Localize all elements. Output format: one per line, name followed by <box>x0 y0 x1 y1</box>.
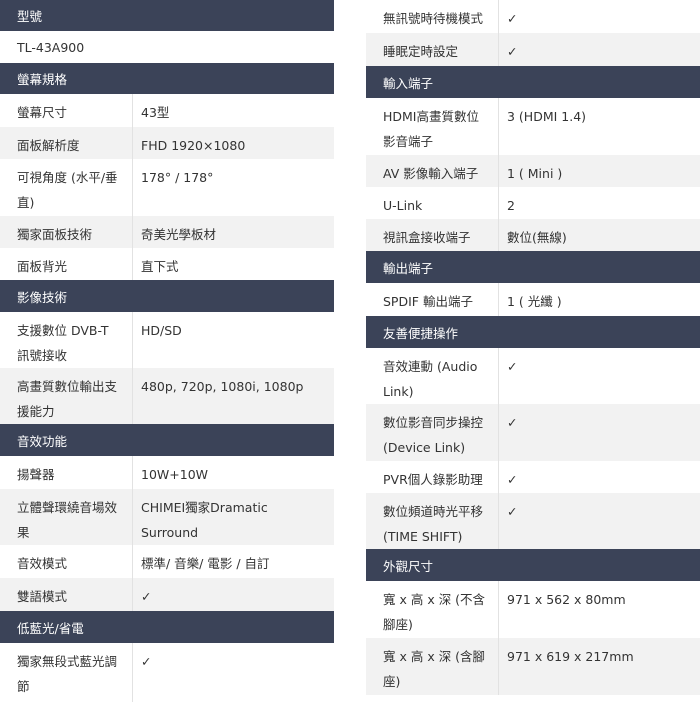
spec-row: HDMI高畫質數位影音端子 3 (HDMI 1.4) <box>366 98 700 155</box>
spec-label: 螢幕尺寸 <box>0 94 133 127</box>
spec-label: 數位影音同步操控 (Device Link) <box>366 404 499 461</box>
spec-label: 支援數位 DVB-T 訊號接收 <box>0 312 133 368</box>
spec-label: 寬 x 高 x 深 (含腳座) <box>366 638 499 695</box>
spec-value: 1 ( 光纖 ) <box>507 294 562 309</box>
spec-label: 數位頻道時光平移 (TIME SHIFT) <box>366 493 499 549</box>
spec-sheet: 型號 TL-43A900 螢幕規格 螢幕尺寸 43型 面板解析度 FHD 1920×… <box>0 0 700 702</box>
spec-value: ✓ <box>507 44 518 59</box>
spec-row: U-Link 2 <box>366 187 700 219</box>
spec-label: PVR個人錄影助理 <box>366 461 499 493</box>
spec-row: 音效連動 (Audio Link) ✓ <box>366 348 700 404</box>
spec-value: 標準/ 音樂/ 電影 / 自訂 <box>141 556 270 571</box>
spec-label: HDMI高畫質數位影音端子 <box>366 98 499 155</box>
spec-value: 奇美光學板材 <box>141 227 217 242</box>
model-value-row: TL-43A900 <box>0 31 334 63</box>
model-number: TL-43A900 <box>17 39 85 55</box>
spec-label: U-Link <box>366 187 499 219</box>
spec-label: 寬 x 高 x 深 (不含腳座) <box>366 581 499 638</box>
spec-value: ✓ <box>507 359 518 374</box>
spec-label: 音效連動 (Audio Link) <box>366 348 499 404</box>
spec-row: 雙語模式 ✓ <box>0 578 334 611</box>
spec-label: 面板解析度 <box>0 127 133 159</box>
spec-value: CHIMEI獨家Dramatic Surround <box>141 500 268 540</box>
spec-value: FHD 1920×1080 <box>141 138 246 153</box>
section-title: 輸入端子 <box>383 75 434 91</box>
spec-row: 螢幕尺寸 43型 <box>0 94 334 127</box>
spec-row: 睡眠定時設定 ✓ <box>366 33 700 66</box>
spec-label: 可視角度 (水平/垂直) <box>0 159 133 216</box>
section-header-screen: 螢幕規格 <box>0 63 334 94</box>
spec-value: ✓ <box>507 415 518 430</box>
spec-label: 高畫質數位輸出支援能力 <box>0 368 133 424</box>
spec-row: 寬 x 高 x 深 (不含腳座) 971 x 562 x 80mm <box>366 581 700 638</box>
spec-value: 480p, 720p, 1080i, 1080p <box>141 379 304 394</box>
section-title: 友善便捷操作 <box>383 325 459 341</box>
section-header-dimensions: 外觀尺寸 <box>366 549 700 581</box>
spec-row: AV 影像輸入端子 1 ( Mini ) <box>366 155 700 187</box>
spec-value: ✓ <box>507 11 518 26</box>
section-header-friendly-operation: 友善便捷操作 <box>366 316 700 348</box>
spec-value: 1 ( Mini ) <box>507 166 563 181</box>
spec-label: 音效模式 <box>0 545 133 578</box>
spec-label: 睡眠定時設定 <box>366 33 499 66</box>
spec-label: 獨家面板技術 <box>0 216 133 248</box>
spec-label: 面板背光 <box>0 248 133 280</box>
spec-value: 數位(無線) <box>507 230 567 245</box>
spec-row: 面板背光 直下式 <box>0 248 334 280</box>
spec-row: 音效模式 標準/ 音樂/ 電影 / 自訂 <box>0 545 334 578</box>
section-header-image-tech: 影像技術 <box>0 280 334 312</box>
spec-value: 3 (HDMI 1.4) <box>507 109 587 124</box>
section-header-audio: 音效功能 <box>0 424 334 456</box>
spec-label: SPDIF 輸出端子 <box>366 283 499 316</box>
spec-value: ✓ <box>141 654 152 669</box>
spec-value: 178° / 178° <box>141 170 214 185</box>
spec-label: 無訊號時待機模式 <box>366 0 499 33</box>
section-title: 型號 <box>17 9 43 24</box>
spec-row: 高畫質數位輸出支援能力 480p, 720p, 1080i, 1080p <box>0 368 334 424</box>
spec-row: 寬 x 高 x 深 (含腳座) 971 x 619 x 217mm <box>366 638 700 695</box>
spec-value: 971 x 562 x 80mm <box>507 592 626 607</box>
spec-label: 雙語模式 <box>0 578 133 611</box>
spec-value: 10W+10W <box>141 467 209 482</box>
section-title: 輸出端子 <box>383 260 434 276</box>
spec-value: ✓ <box>141 589 152 604</box>
section-title: 音效功能 <box>17 433 68 449</box>
spec-row: 數位頻道時光平移 (TIME SHIFT) ✓ <box>366 493 700 549</box>
spec-row: PVR個人錄影助理 ✓ <box>366 461 700 493</box>
spec-row: 揚聲器 10W+10W <box>0 456 334 489</box>
spec-label: 立體聲環繞音場效果 <box>0 489 133 545</box>
section-header-output: 輸出端子 <box>366 251 700 283</box>
section-header-model: 型號 <box>0 0 334 31</box>
section-title: 低藍光/省電 <box>17 620 84 636</box>
section-title: 外觀尺寸 <box>383 558 434 574</box>
spec-value: HD/SD <box>141 323 182 338</box>
spec-row: 可視角度 (水平/垂直) 178° / 178° <box>0 159 334 216</box>
spec-row: 獨家無段式藍光調節 ✓ <box>0 643 334 702</box>
spec-row: 支援數位 DVB-T 訊號接收 HD/SD <box>0 312 334 368</box>
spec-value: 直下式 <box>141 259 179 274</box>
spec-row: 數位影音同步操控 (Device Link) ✓ <box>366 404 700 461</box>
spec-row: 視訊盒接收端子 數位(無線) <box>366 219 700 251</box>
spec-label: AV 影像輸入端子 <box>366 155 499 187</box>
spec-value: ✓ <box>507 504 518 519</box>
spec-row: 獨家面板技術 奇美光學板材 <box>0 216 334 248</box>
spec-label: 獨家無段式藍光調節 <box>0 643 133 702</box>
spec-value: 2 <box>507 198 515 213</box>
section-title: 影像技術 <box>17 289 68 305</box>
spec-label: 揚聲器 <box>0 456 133 489</box>
spec-value: 43型 <box>141 105 170 120</box>
spec-row: 無訊號時待機模式 ✓ <box>366 0 700 33</box>
spec-value: 971 x 619 x 217mm <box>507 649 634 664</box>
spec-row: 面板解析度 FHD 1920×1080 <box>0 127 334 159</box>
spec-label: 視訊盒接收端子 <box>366 219 499 251</box>
section-title: 螢幕規格 <box>17 72 68 87</box>
spec-row: 立體聲環繞音場效果 CHIMEI獨家Dramatic Surround <box>0 489 334 545</box>
section-header-input: 輸入端子 <box>366 66 700 98</box>
spec-value: ✓ <box>507 472 518 487</box>
section-header-low-blue: 低藍光/省電 <box>0 611 334 643</box>
spec-column-left: 型號 TL-43A900 螢幕規格 螢幕尺寸 43型 面板解析度 FHD 1920×… <box>0 0 334 702</box>
spec-column-right: 無訊號時待機模式 ✓ 睡眠定時設定 ✓ 輸入端子 HDMI高畫質數位影音端子 3 (H… <box>366 0 700 695</box>
spec-row: SPDIF 輸出端子 1 ( 光纖 ) <box>366 283 700 316</box>
